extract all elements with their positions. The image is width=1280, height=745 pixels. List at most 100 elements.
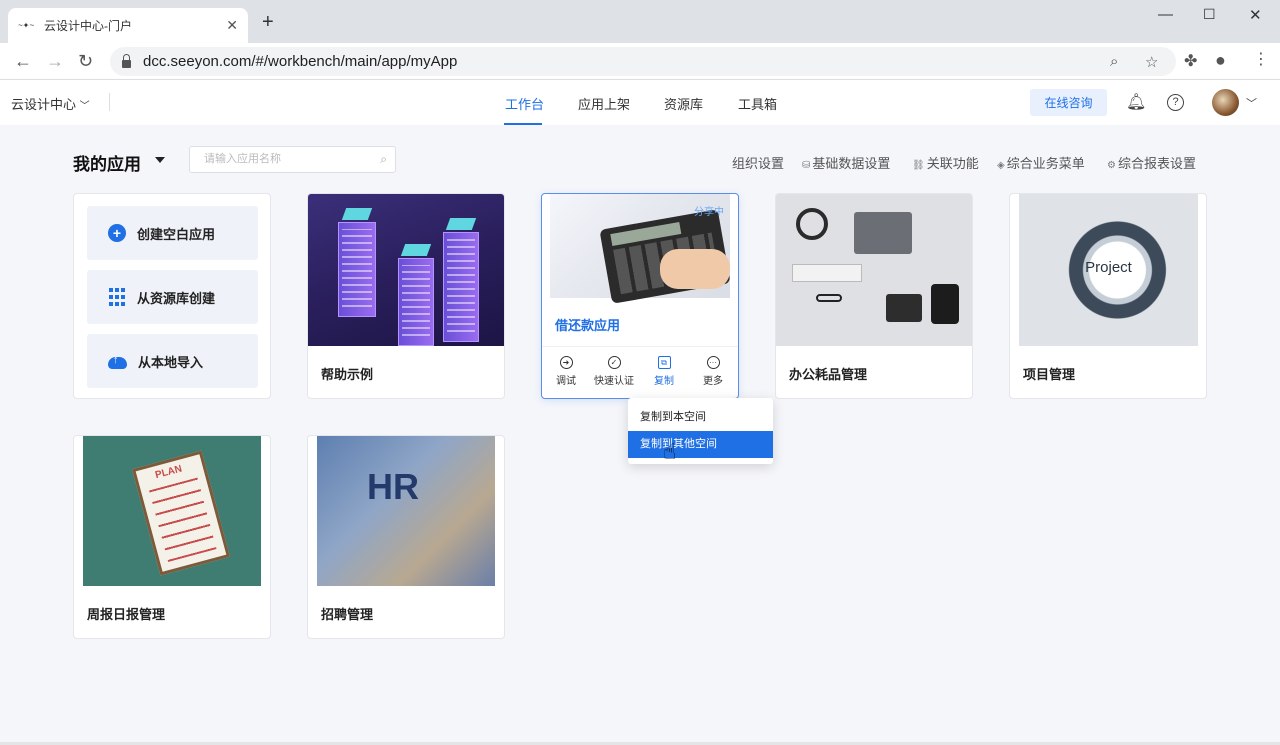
- lock-icon: [122, 53, 131, 68]
- copy-to-this-space-item[interactable]: 复制到本空间: [628, 404, 773, 431]
- quick-auth-action[interactable]: ✓ 快速认证: [592, 356, 636, 387]
- share-badge: 分享中: [694, 207, 724, 218]
- nav-workbench[interactable]: 工作台: [505, 94, 544, 113]
- nav-resource-library[interactable]: 资源库: [664, 94, 703, 113]
- import-local-label: 从本地导入: [138, 354, 204, 370]
- quick-auth-label: 快速认证: [594, 376, 634, 387]
- caret-down-icon[interactable]: [155, 157, 165, 163]
- app-card-weekly-report[interactable]: PLAN 周报日报管理: [73, 435, 271, 639]
- seeyon-favicon-icon: ~✦~: [18, 20, 35, 30]
- more-dots-icon: ···: [706, 356, 720, 369]
- cloud-upload-icon: [108, 354, 127, 369]
- search-icon[interactable]: ⌕: [380, 147, 387, 172]
- divider: [109, 93, 110, 111]
- chevron-down-icon[interactable]: ﹀: [1246, 95, 1257, 111]
- profile-icon[interactable]: ●: [1215, 50, 1226, 71]
- bell-icon[interactable]: 🔔︎: [1126, 92, 1146, 112]
- window-close-icon[interactable]: ✕: [1249, 6, 1262, 24]
- zoom-icon[interactable]: ⌕: [1110, 53, 1118, 70]
- org-settings-link[interactable]: 组织设置: [732, 153, 784, 172]
- business-menu-label: 综合业务菜单: [1006, 156, 1085, 171]
- url-text: dcc.seeyon.com/#/workbench/main/app/myAp…: [143, 53, 458, 70]
- app-name: 办公耗品管理: [789, 367, 868, 382]
- online-consult-button[interactable]: 在线咨询: [1030, 89, 1107, 116]
- create-blank-app-button[interactable]: + 创建空白应用: [87, 206, 258, 260]
- building-graphic: [338, 222, 376, 317]
- create-from-library-label: 从资源库创建: [137, 290, 216, 306]
- page-title: 我的应用: [73, 155, 141, 174]
- extensions-puzzle-icon[interactable]: ✤: [1184, 51, 1197, 71]
- app-header: 云设计中心 ﹀ 工作台 应用上架 资源库 工具箱 在线咨询 🔔︎ ? ﹀: [0, 80, 1280, 125]
- database-icon: ⛁: [802, 160, 811, 171]
- new-tab-icon[interactable]: +: [262, 12, 274, 32]
- close-tab-icon[interactable]: ✕: [226, 17, 238, 34]
- avatar[interactable]: [1212, 89, 1239, 116]
- search-placeholder: 请输入应用名称: [204, 153, 281, 165]
- building-graphic: [398, 258, 434, 346]
- tab-title: 云设计中心-门户: [44, 19, 132, 33]
- app-card-project[interactable]: Project 项目管理: [1009, 193, 1207, 399]
- report-settings-link[interactable]: ⚙ 综合报表设置: [1107, 153, 1196, 172]
- card-action-bar: ➜ 调试 ✓ 快速认证 ⧉ 复制 ··· 更多: [542, 346, 738, 398]
- headphones-graphic: [796, 208, 828, 240]
- browser-menu-icon[interactable]: ⋮: [1253, 49, 1269, 69]
- plan-image-label: PLAN: [154, 463, 184, 482]
- base-data-label: 基础数据设置: [812, 156, 891, 171]
- brand-name: 云设计中心: [11, 97, 77, 112]
- debug-icon: ➜: [559, 356, 573, 369]
- project-image-label: Project: [1085, 259, 1132, 276]
- copy-action[interactable]: ⧉ 复制: [642, 356, 686, 387]
- import-local-button[interactable]: 从本地导入: [87, 334, 258, 388]
- shield-check-icon: ✓: [607, 356, 621, 369]
- base-data-settings-link[interactable]: ⛁ 基础数据设置: [802, 153, 890, 172]
- minimize-icon[interactable]: —: [1158, 6, 1173, 23]
- create-blank-label: 创建空白应用: [137, 226, 216, 242]
- copy-to-other-space-item[interactable]: 复制到其他空间: [628, 431, 773, 458]
- hand-graphic: [660, 249, 730, 289]
- plus-circle-icon: +: [108, 224, 126, 242]
- clipboard-graphic: PLAN: [131, 450, 231, 576]
- app-card-help[interactable]: 帮助示例: [307, 193, 505, 399]
- app-cover-image: HR: [317, 436, 495, 586]
- app-cover-image: Project: [1019, 194, 1198, 346]
- back-icon[interactable]: ←: [14, 51, 32, 71]
- maximize-icon[interactable]: ☐: [1203, 6, 1216, 23]
- app-card-recruiting[interactable]: HR 招聘管理: [307, 435, 505, 639]
- browser-tab[interactable]: ~✦~ 云设计中心-门户 ✕: [8, 8, 248, 43]
- url-omnibox[interactable]: dcc.seeyon.com/#/workbench/main/app/myAp…: [110, 47, 1176, 76]
- layers-icon: ◈: [997, 160, 1005, 171]
- browser-tabstrip: ~✦~ 云设计中心-门户 ✕ + — ☐ ✕: [0, 0, 1280, 43]
- debug-label: 调试: [556, 376, 576, 387]
- app-search-input[interactable]: 请输入应用名称 ⌕: [189, 146, 396, 173]
- building-top-graphic: [445, 218, 477, 230]
- brand-switcher[interactable]: 云设计中心 ﹀: [11, 94, 90, 113]
- app-cover-image: [776, 194, 972, 346]
- reload-icon[interactable]: ↻: [78, 51, 93, 71]
- create-app-panel: + 创建空白应用 从资源库创建 从本地导入: [73, 193, 271, 399]
- more-action[interactable]: ··· 更多: [691, 356, 735, 387]
- building-top-graphic: [400, 244, 432, 256]
- bookmark-star-icon[interactable]: ☆: [1145, 53, 1158, 71]
- create-from-library-button[interactable]: 从资源库创建: [87, 270, 258, 324]
- app-name: 招聘管理: [321, 607, 374, 622]
- copy-label: 复制: [654, 376, 674, 387]
- app-card-office-supplies[interactable]: 办公耗品管理: [775, 193, 973, 399]
- business-menu-link[interactable]: ◈ 综合业务菜单: [997, 153, 1085, 172]
- forward-icon[interactable]: →: [46, 51, 64, 71]
- checklist-graphic: [149, 477, 217, 562]
- nav-app-listing[interactable]: 应用上架: [578, 94, 630, 113]
- app-card-loan[interactable]: 分享中 借还款应用 ➜ 调试 ✓ 快速认证 ⧉ 复制 ··· 更多: [541, 193, 739, 399]
- nav-toolbox[interactable]: 工具箱: [738, 94, 777, 113]
- app-name: 借还款应用: [555, 318, 621, 333]
- related-label: 关联功能: [926, 156, 979, 171]
- help-icon[interactable]: ?: [1167, 94, 1184, 111]
- camera-graphic: [931, 284, 959, 324]
- related-functions-link[interactable]: ⛓ 关联功能: [912, 153, 979, 172]
- grid-icon: [108, 288, 126, 306]
- debug-action[interactable]: ➜ 调试: [544, 356, 588, 387]
- glasses-graphic: [816, 294, 842, 302]
- app-name: 帮助示例: [321, 367, 374, 382]
- report-settings-label: 综合报表设置: [1117, 156, 1196, 171]
- app-name: 项目管理: [1023, 367, 1076, 382]
- laptop-graphic: [854, 212, 912, 254]
